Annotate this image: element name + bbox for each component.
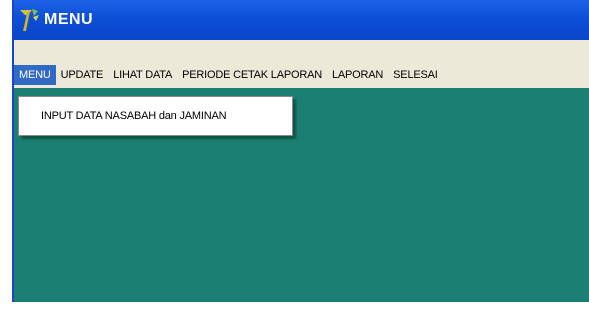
app-window: MENU MENU UPDATE LIHAT DATA PERIODE CETA… — [12, 0, 589, 302]
menubar-spacer — [14, 40, 589, 62]
app-logo-icon — [20, 9, 39, 31]
window-title: MENU — [44, 11, 94, 28]
menu-lihat-data[interactable]: LIHAT DATA — [108, 65, 177, 85]
menu-periode-cetak-laporan[interactable]: PERIODE CETAK LAPORAN — [177, 65, 327, 85]
menu-selesai[interactable]: SELESAI — [388, 65, 442, 85]
menu-menu[interactable]: MENU — [14, 65, 56, 85]
menu-bar: MENU UPDATE LIHAT DATA PERIODE CETAK LAP… — [14, 40, 589, 88]
menu-update[interactable]: UPDATE — [56, 65, 109, 85]
title-bar[interactable]: MENU — [14, 0, 589, 40]
menu-laporan[interactable]: LAPORAN — [327, 65, 388, 85]
menu-item-input-data-nasabah[interactable]: INPUT DATA NASABAH dan JAMINAN — [19, 110, 227, 122]
menu-dropdown: INPUT DATA NASABAH dan JAMINAN — [18, 96, 293, 136]
